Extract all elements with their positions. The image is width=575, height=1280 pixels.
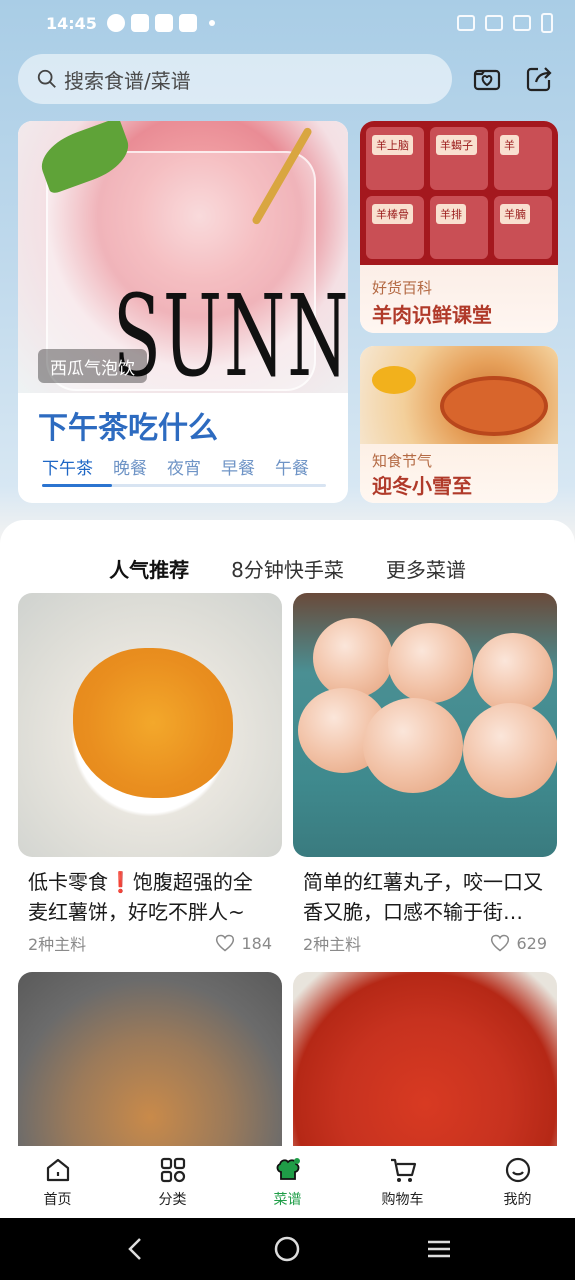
tab-label: 购物车 — [381, 1192, 424, 1208]
wifi-icon — [485, 15, 503, 31]
meal-tabs: 下午茶 晚餐 夜宵 早餐 午餐 — [42, 454, 309, 479]
lamb-cut-label: 羊棒骨 — [372, 204, 413, 224]
tab-popular[interactable]: 人气推荐 — [109, 554, 190, 586]
tab-label: 我的 — [503, 1192, 532, 1208]
tab-profile[interactable]: 我的 — [460, 1146, 575, 1218]
ingredient-count: 2种主料 — [28, 935, 87, 954]
favorites-button[interactable] — [470, 62, 504, 96]
lamb-cut-label: 羊排 — [436, 204, 466, 224]
lamb-cuts-image: 羊上脑 羊蝎子 羊 羊棒骨 羊排 羊腩 — [360, 121, 558, 265]
recipe-card[interactable]: 简单的红薯丸子，咬一口又香又脆，口感不输于街… 2种主料 629 — [293, 593, 557, 955]
search-placeholder: 搜索食谱/菜谱 — [64, 68, 191, 93]
share-icon — [526, 67, 552, 92]
recipe-card[interactable] — [18, 972, 282, 1146]
card-title: 迎冬小雪至 — [372, 474, 472, 498]
tab-lunch[interactable]: 午餐 — [275, 454, 309, 479]
cart-icon — [390, 1158, 416, 1182]
card-subtitle: 好货百科 — [372, 279, 433, 297]
recipe-image[interactable] — [293, 593, 557, 857]
hero-image[interactable]: SUNNY 西瓜气泡饮 — [18, 121, 348, 402]
app-notification-icon — [106, 14, 125, 32]
tab-more-recipes[interactable]: 更多菜谱 — [386, 554, 466, 583]
recipe-card[interactable] — [293, 972, 557, 1146]
tab-recipes[interactable]: 菜谱 — [230, 1146, 345, 1218]
system-nav-bar — [0, 1218, 575, 1280]
recipe-card[interactable]: 低卡零食❗饱腹超强的全麦红薯饼，好吃不胖人~ 2种主料 184 — [18, 593, 282, 955]
recipe-image[interactable] — [18, 593, 282, 857]
heart-icon — [491, 934, 510, 952]
recipe-title: 低卡零食❗饱腹超强的全麦红薯饼，好吃不胖人~ — [28, 870, 253, 924]
share-button[interactable] — [522, 62, 556, 96]
tab-dinner[interactable]: 晚餐 — [113, 454, 147, 479]
tab-afternoon-tea[interactable]: 下午茶 — [42, 454, 93, 479]
system-status-icons — [457, 13, 553, 33]
battery-icon — [541, 13, 553, 33]
like-button[interactable]: 184 — [215, 931, 272, 955]
more-notifications-icon — [208, 20, 215, 26]
hero-image-text: SUNNY — [113, 271, 348, 403]
hero-banner[interactable]: SUNNY 西瓜气泡饮 下午茶吃什么 下午茶 晚餐 夜宵 早餐 午餐 — [18, 121, 348, 503]
status-time: 14:45 — [46, 13, 97, 33]
lamb-cut-label: 羊蝎子 — [436, 135, 477, 155]
signal-icon — [513, 15, 531, 31]
recipe-meta: 2种主料 629 — [293, 931, 557, 955]
like-button[interactable]: 629 — [490, 931, 547, 955]
tab-label: 菜谱 — [273, 1192, 302, 1208]
menu-icon[interactable] — [424, 1234, 454, 1264]
message-notification-icon — [178, 14, 197, 32]
lamb-guide-card[interactable]: 羊上脑 羊蝎子 羊 羊棒骨 羊排 羊腩 好货百科 羊肉识鲜课堂 — [360, 121, 558, 333]
notification-icons — [106, 14, 215, 32]
smile-icon — [505, 1157, 530, 1183]
tab-category[interactable]: 分类 — [115, 1146, 230, 1218]
hero-title: 下午茶吃什么 — [38, 411, 218, 446]
grid-icon — [160, 1157, 185, 1183]
search-icon — [37, 69, 56, 88]
tab-late-night[interactable]: 夜宵 — [167, 454, 201, 479]
tab-breakfast[interactable]: 早餐 — [221, 454, 255, 479]
tab-label: 首页 — [43, 1192, 72, 1208]
lamb-cut-label: 羊 — [500, 135, 519, 155]
card-subtitle: 知食节气 — [372, 452, 433, 470]
chef-hat-icon — [276, 1158, 300, 1180]
vibrate-icon — [457, 15, 475, 31]
ingredient-count: 2种主料 — [303, 935, 362, 954]
recipe-title: 简单的红薯丸子，咬一口又香又脆，口感不输于街… — [303, 870, 543, 924]
tab-cart[interactable]: 购物车 — [345, 1146, 460, 1218]
recipe-image[interactable] — [293, 972, 557, 1146]
search-input[interactable]: 搜索食谱/菜谱 — [18, 54, 452, 104]
like-count: 629 — [516, 933, 547, 953]
message-notification-icon — [154, 14, 173, 32]
hero-image-tag: 西瓜气泡饮 — [38, 349, 147, 383]
tab-popular-label: 人气推荐 — [109, 558, 190, 582]
solar-term-food-image — [360, 346, 558, 444]
heart-folder-icon — [473, 69, 501, 91]
bottom-tab-bar: 首页 分类 菜谱 购物车 我的 — [0, 1146, 575, 1218]
lamb-cut-label: 羊上脑 — [372, 135, 413, 155]
active-tab-indicator — [42, 484, 112, 487]
home-icon — [46, 1158, 69, 1182]
solar-term-card[interactable]: 知食节气 迎冬小雪至 — [360, 346, 558, 503]
recipe-meta: 2种主料 184 — [18, 931, 282, 955]
recipe-feed: 人气推荐 8分钟快手菜 更多菜谱 低卡零食❗饱腹超强的全麦红薯饼，好吃不胖人~ … — [0, 520, 575, 1146]
status-bar: 14:45 — [0, 0, 575, 46]
card-title: 羊肉识鲜课堂 — [372, 303, 492, 327]
category-tabs: 人气推荐 8分钟快手菜 更多菜谱 — [0, 554, 575, 586]
heart-icon — [216, 934, 235, 952]
message-notification-icon — [130, 14, 149, 32]
tab-label: 分类 — [158, 1192, 187, 1208]
lamb-cut-label: 羊腩 — [500, 204, 530, 224]
tab-home[interactable]: 首页 — [0, 1146, 115, 1218]
back-icon[interactable] — [121, 1234, 151, 1264]
home-circle-icon[interactable] — [272, 1234, 302, 1264]
recipe-image[interactable] — [18, 972, 282, 1146]
search-row: 搜索食谱/菜谱 — [18, 54, 558, 104]
tab-quick-dishes[interactable]: 8分钟快手菜 — [231, 554, 344, 583]
like-count: 184 — [241, 933, 272, 953]
